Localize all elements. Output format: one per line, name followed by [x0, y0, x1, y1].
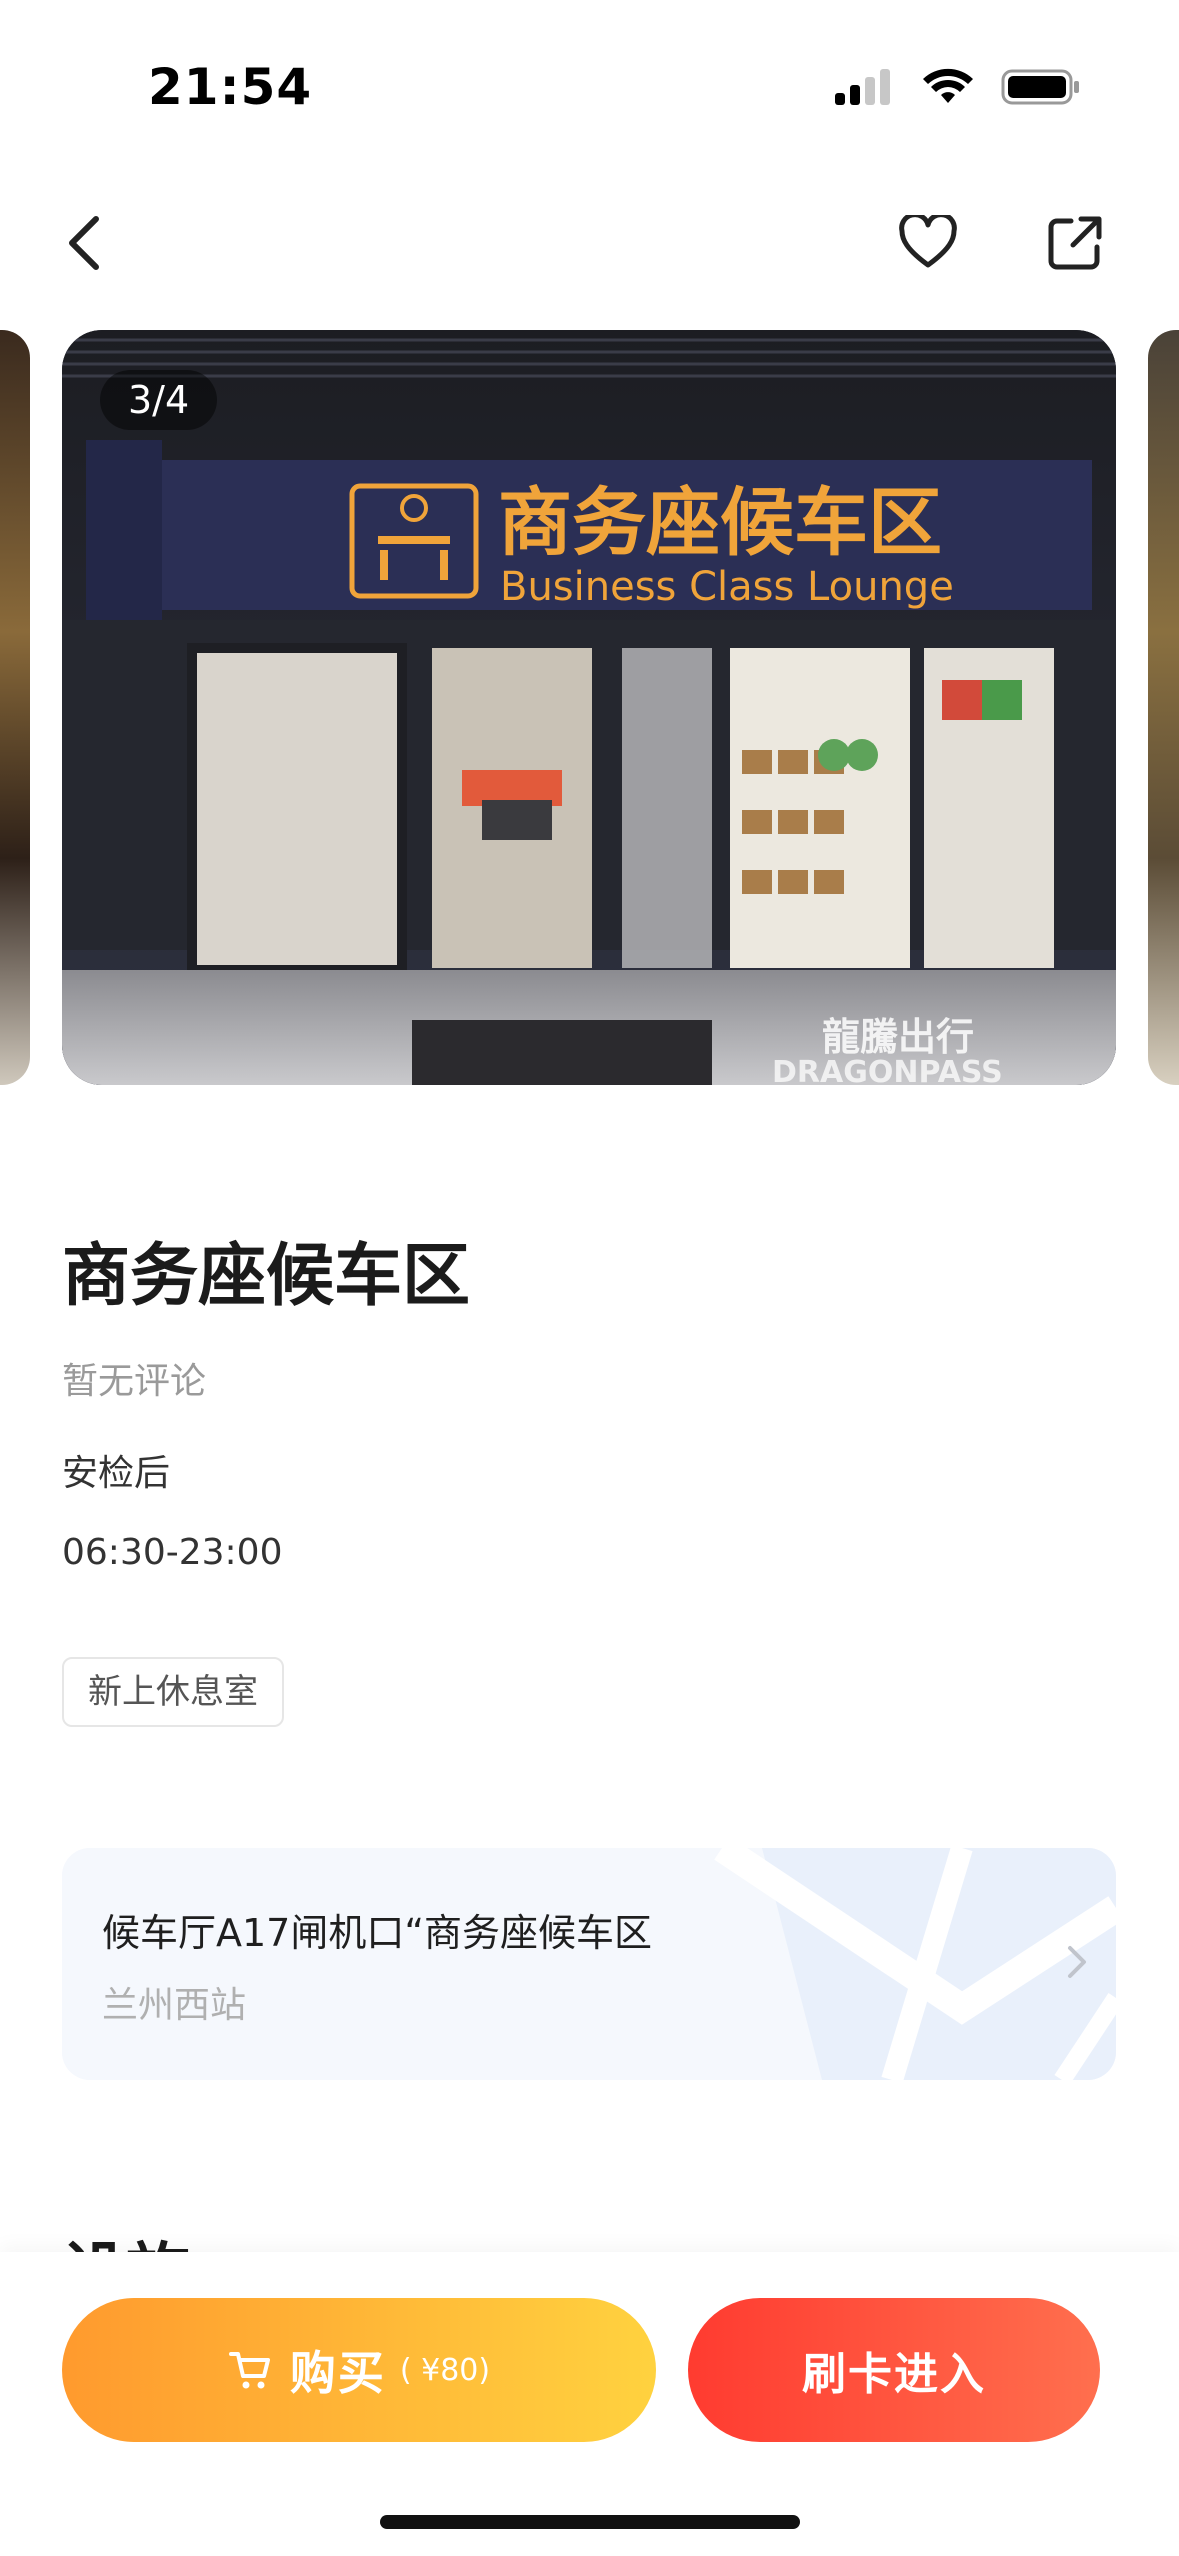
location-type: 安检后 — [62, 1453, 171, 1494]
lounge-photo: 商务座候车区 Business Class Lounge 龍騰出行 DRAGON… — [62, 330, 1116, 1085]
card-enter-button[interactable]: 刷卡进入 — [688, 2298, 1100, 2442]
favorite-button[interactable] — [888, 205, 968, 285]
location-title: 候车厅A17闸机口“商务座候车区 — [102, 1911, 653, 1955]
chevron-right-icon — [1066, 1944, 1088, 1984]
gallery-prev-image[interactable] — [0, 330, 30, 1085]
chevron-left-icon — [64, 215, 104, 275]
gallery-next-image[interactable] — [1148, 330, 1179, 1085]
gallery-counter: 3/4 — [100, 370, 218, 430]
share-button[interactable] — [1035, 205, 1115, 285]
rating-text: 暂无评论 — [62, 1361, 207, 1402]
new-lounge-tag: 新上休息室 — [62, 1657, 284, 1727]
buy-label: 购买 — [289, 2346, 386, 2400]
map-background — [62, 1848, 1116, 2080]
cellular-signal-icon — [833, 67, 895, 111]
watermark-english: DRAGONPASS — [772, 1055, 1003, 1085]
status-time: 21:54 — [148, 58, 313, 116]
lounge-name: 商务座候车区 — [62, 1237, 471, 1316]
wifi-icon — [921, 67, 975, 111]
share-icon — [1045, 213, 1105, 277]
opening-hours: 06:30-23:00 — [62, 1532, 283, 1573]
status-icons — [833, 64, 1081, 114]
battery-icon — [1001, 67, 1081, 111]
station-name: 兰州西站 — [102, 1985, 247, 2026]
back-button[interactable] — [44, 205, 124, 285]
location-card[interactable]: 候车厅A17闸机口“商务座候车区 兰州西站 — [62, 1848, 1116, 2080]
sign-chinese: 商务座候车区 — [498, 480, 942, 566]
buy-button[interactable]: 购买 ( ¥80) — [62, 2298, 656, 2442]
sign-english: Business Class Lounge — [500, 564, 954, 610]
gallery-image[interactable]: 商务座候车区 Business Class Lounge 龍騰出行 DRAGON… — [62, 330, 1116, 1085]
home-indicator — [380, 2515, 800, 2529]
cart-icon — [228, 2348, 272, 2392]
watermark-chinese: 龍騰出行 — [822, 1015, 974, 1059]
heart-icon — [898, 212, 958, 275]
buy-price: ( ¥80) — [399, 2352, 491, 2388]
